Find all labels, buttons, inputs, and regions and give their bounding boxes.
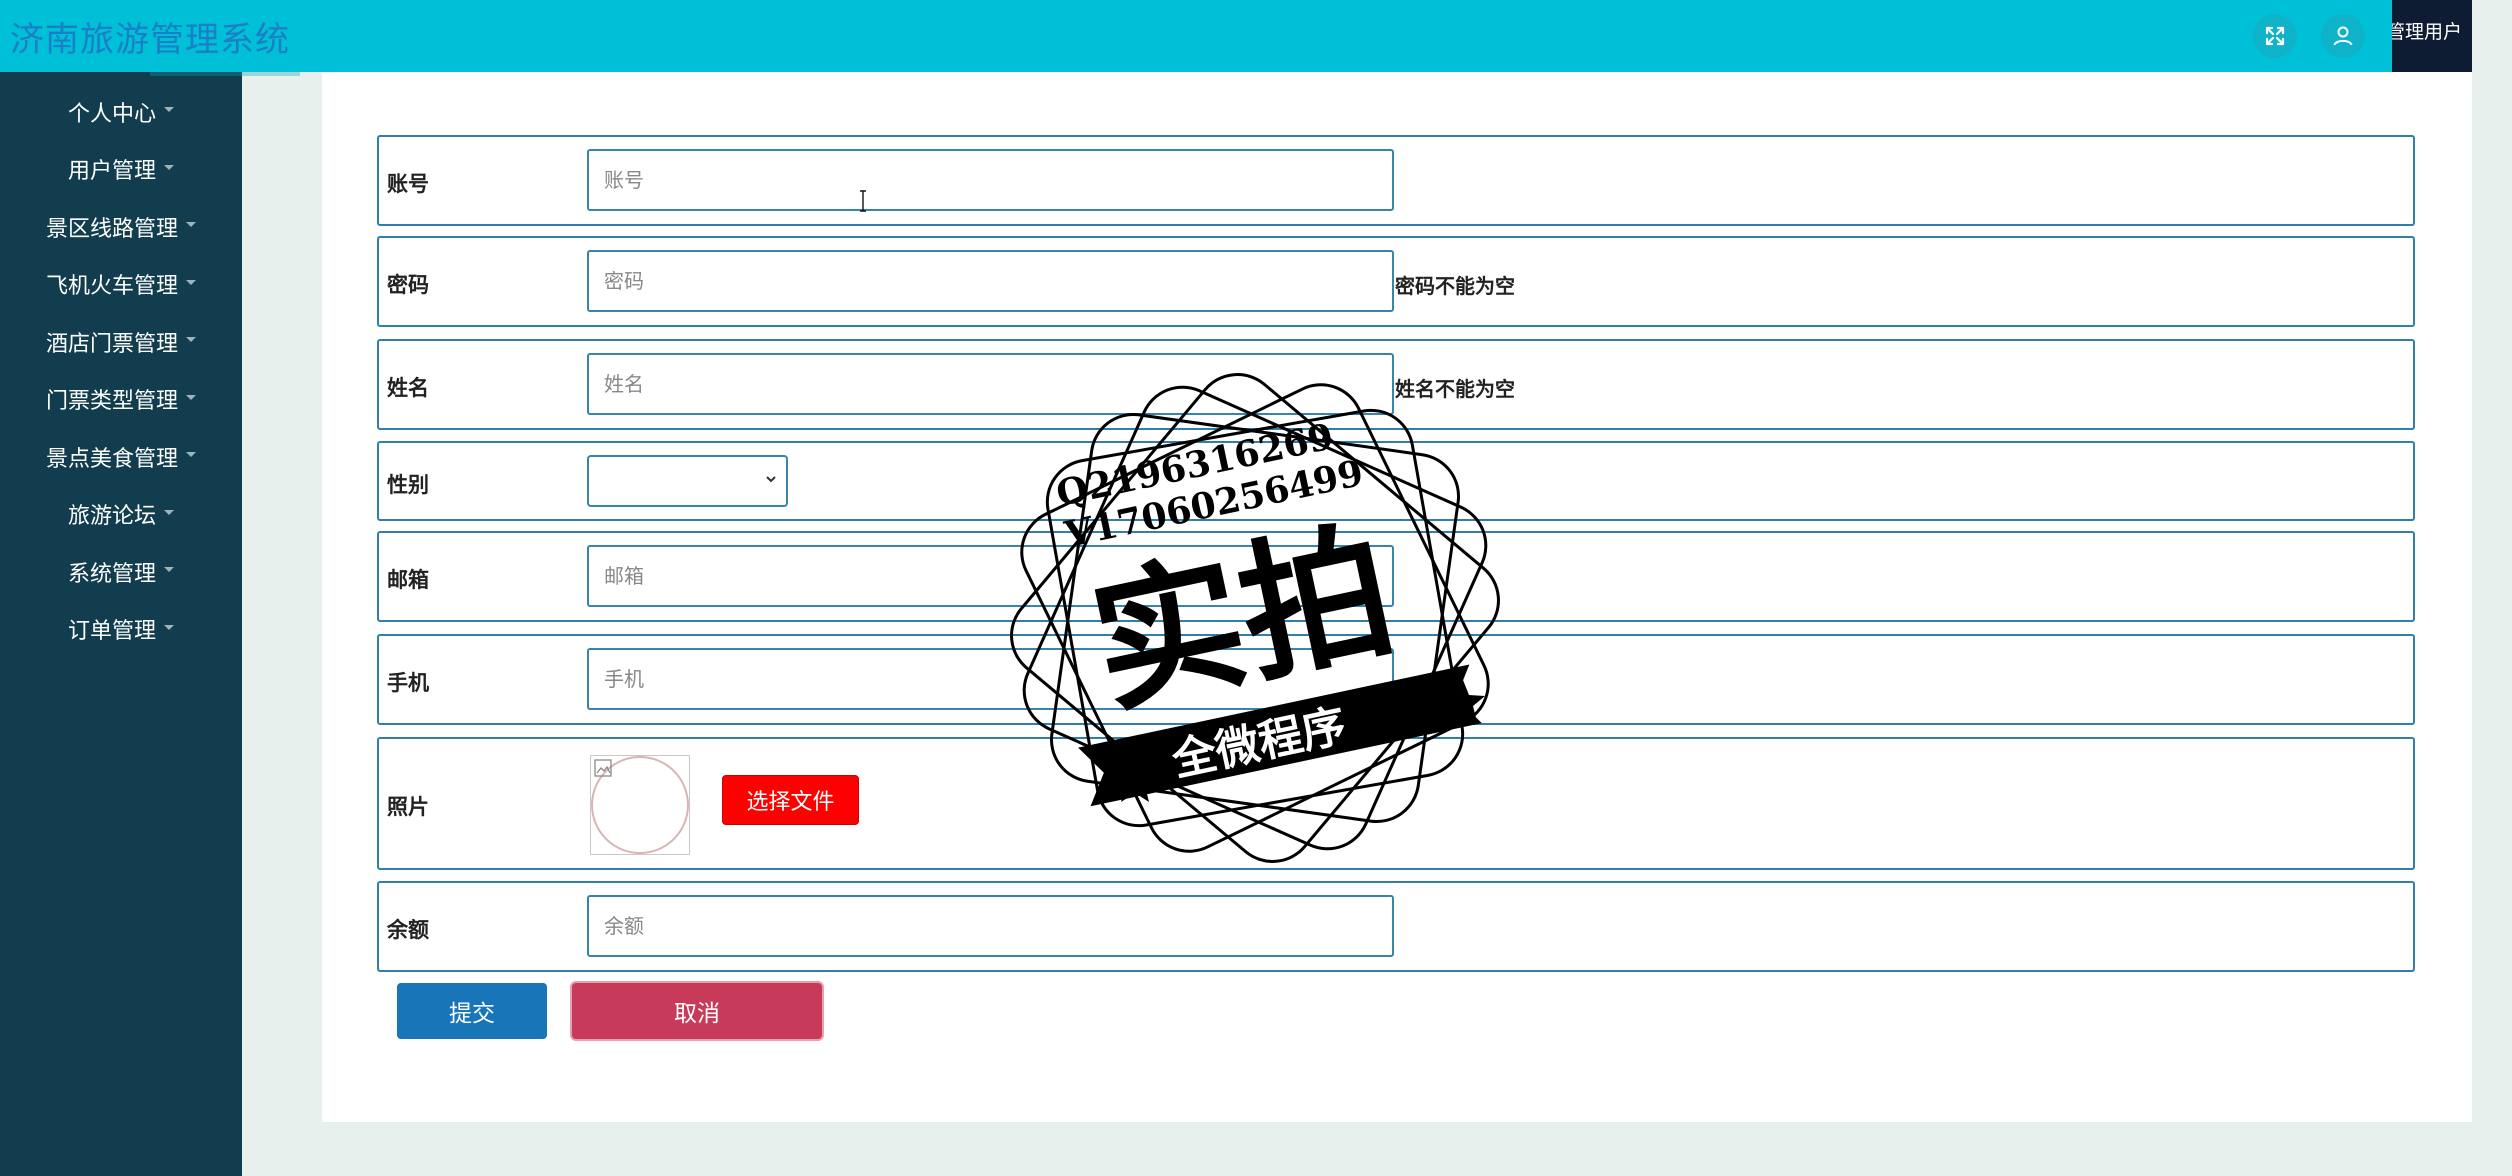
- chevron-down-icon: [164, 509, 174, 515]
- sidebar-item-user-management[interactable]: 用户管理: [0, 141, 242, 199]
- password-input[interactable]: [587, 250, 1394, 312]
- email-input[interactable]: [587, 545, 1394, 607]
- sidebar-item-order-management[interactable]: 订单管理: [0, 601, 242, 659]
- sidebar-item-hotel-ticket-management[interactable]: 酒店门票管理: [0, 313, 242, 371]
- app-title: 济南旅游管理系统: [10, 20, 290, 60]
- sidebar-item-system-management[interactable]: 系统管理: [0, 543, 242, 601]
- form-row-phone: 手机: [377, 634, 2415, 725]
- sidebar-menu: 个人中心 用户管理 景区线路管理 飞机火车管理 酒店门票管理 门票类型管理 景点…: [0, 83, 242, 658]
- chevron-down-icon: [186, 337, 196, 343]
- form-row-email: 邮箱: [377, 531, 2415, 622]
- password-label: 密码: [387, 273, 429, 297]
- name-label: 姓名: [387, 376, 429, 400]
- sidebar-item-label: 旅游论坛: [67, 504, 156, 530]
- submit-button[interactable]: 提交: [397, 983, 547, 1039]
- form-row-password: 密码 密码不能为空: [377, 236, 2415, 327]
- account-label: 账号: [387, 172, 429, 196]
- chevron-down-icon: [164, 107, 174, 113]
- photo-preview: [590, 755, 690, 855]
- password-error: 密码不能为空: [1395, 274, 1515, 298]
- chevron-down-icon: [186, 222, 196, 228]
- photo-label: 照片: [387, 795, 429, 819]
- sidebar-item-label: 景点美食管理: [45, 446, 178, 472]
- sidebar-item-label: 景区线路管理: [45, 216, 178, 242]
- chevron-down-icon: [186, 452, 196, 458]
- sidebar-item-travel-forum[interactable]: 旅游论坛: [0, 486, 242, 544]
- sidebar-accent-bar: [150, 72, 300, 76]
- chevron-down-icon: [164, 567, 174, 573]
- sidebar-item-label: 门票类型管理: [45, 389, 178, 415]
- form-row-gender: 性别: [377, 441, 2415, 521]
- sidebar: 个人中心 用户管理 景区线路管理 飞机火车管理 酒店门票管理 门票类型管理 景点…: [0, 72, 242, 1176]
- chevron-down-icon: [186, 279, 196, 285]
- form-row-name: 姓名 姓名不能为空: [377, 339, 2415, 430]
- email-label: 邮箱: [387, 568, 429, 592]
- sidebar-item-label: 订单管理: [67, 619, 156, 645]
- form-row-balance: 余额: [377, 881, 2415, 972]
- balance-input[interactable]: [587, 895, 1394, 957]
- phone-label: 手机: [387, 671, 429, 695]
- account-input[interactable]: [587, 149, 1394, 211]
- name-error: 姓名不能为空: [1395, 377, 1515, 401]
- top-bar: 济南旅游管理系统 管理用户: [0, 0, 2472, 72]
- choose-file-button[interactable]: 选择文件: [722, 775, 859, 825]
- sidebar-item-label: 个人中心: [67, 101, 156, 127]
- form-row-account: 账号: [377, 135, 2415, 226]
- broken-image-icon: [594, 759, 612, 777]
- chevron-down-icon: [164, 624, 174, 630]
- balance-label: 余额: [387, 918, 429, 942]
- cancel-button[interactable]: 取消: [572, 983, 822, 1039]
- current-user-label: 管理用户: [2392, 21, 2463, 43]
- sidebar-item-label: 用户管理: [67, 159, 156, 185]
- gender-label: 性别: [387, 473, 429, 497]
- name-input[interactable]: [587, 353, 1394, 415]
- current-user-tag[interactable]: 管理用户: [2392, 0, 2472, 72]
- sidebar-item-label: 酒店门票管理: [45, 331, 178, 357]
- chevron-down-icon: [186, 394, 196, 400]
- user-icon[interactable]: [2321, 14, 2365, 58]
- fullscreen-icon[interactable]: [2253, 14, 2297, 58]
- sidebar-item-label: 系统管理: [67, 561, 156, 587]
- sidebar-item-route-management[interactable]: 景区线路管理: [0, 198, 242, 256]
- sidebar-item-personal-center[interactable]: 个人中心: [0, 83, 242, 141]
- sidebar-item-transport-management[interactable]: 飞机火车管理: [0, 256, 242, 314]
- sidebar-item-food-management[interactable]: 景点美食管理: [0, 428, 242, 486]
- form-row-photo: 照片 选择文件: [377, 737, 2415, 870]
- text-cursor-icon: [860, 190, 866, 212]
- chevron-down-icon: [766, 476, 776, 483]
- gender-select[interactable]: [587, 455, 788, 507]
- chevron-down-icon: [164, 164, 174, 170]
- sidebar-item-label: 飞机火车管理: [45, 274, 178, 300]
- sidebar-item-ticket-type-management[interactable]: 门票类型管理: [0, 371, 242, 429]
- phone-input[interactable]: [587, 648, 1394, 710]
